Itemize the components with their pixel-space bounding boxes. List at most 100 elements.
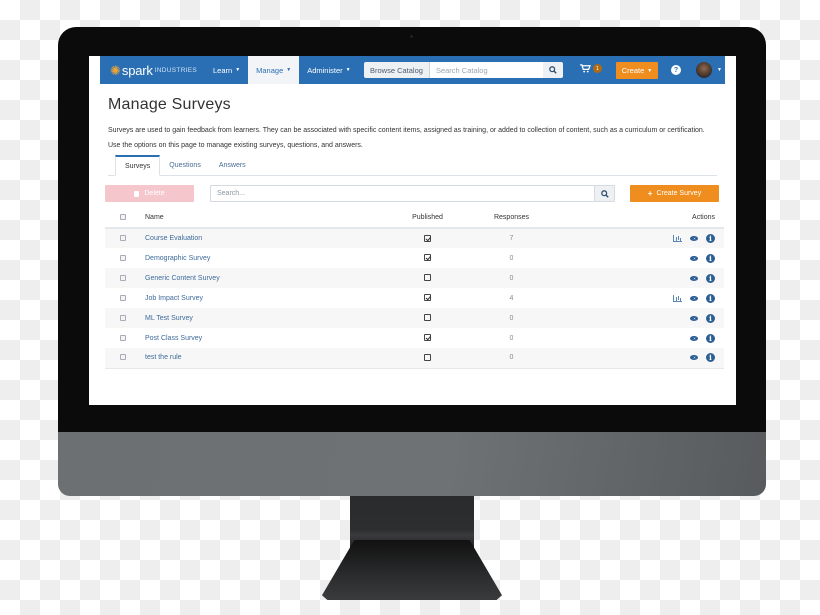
- header-published[interactable]: Published: [400, 208, 455, 229]
- survey-name-cell: Demographic Survey: [145, 248, 400, 268]
- published-cell: [400, 328, 455, 348]
- info-icon[interactable]: i: [706, 293, 715, 303]
- trash-icon: [134, 190, 140, 197]
- table-row: test the rule 0 i: [105, 348, 724, 369]
- row-checkbox[interactable]: [120, 294, 126, 301]
- delete-button[interactable]: Delete: [105, 185, 194, 202]
- tab-surveys[interactable]: Surveys: [115, 155, 161, 176]
- search-icon: [600, 189, 609, 198]
- user-avatar[interactable]: [696, 62, 712, 78]
- actions-cell: i: [568, 328, 724, 348]
- responses-cell: 0: [455, 248, 568, 268]
- survey-search-group: Search...: [210, 185, 615, 202]
- row-select-cell: [105, 248, 145, 268]
- tab-answers[interactable]: Answers: [210, 155, 255, 175]
- tab-questions[interactable]: Questions: [160, 155, 210, 175]
- caret-down-icon: ▼: [286, 67, 292, 73]
- published-checked-icon: [424, 334, 431, 342]
- survey-name-cell: Post Class Survey: [145, 328, 400, 348]
- logo-text: spark: [121, 62, 153, 78]
- actions-cell: i: [568, 248, 724, 268]
- survey-name-link[interactable]: test the rule: [145, 354, 182, 361]
- published-checked-icon: [424, 254, 431, 262]
- responses-count: 0: [509, 334, 514, 342]
- create-menu-button[interactable]: Create ▼: [616, 62, 658, 79]
- info-icon[interactable]: i: [706, 234, 715, 243]
- eye-icon[interactable]: [690, 315, 699, 321]
- survey-name-link[interactable]: Post Class Survey: [145, 335, 202, 342]
- eye-icon[interactable]: [690, 275, 699, 281]
- bar-chart-icon[interactable]: [673, 235, 683, 242]
- survey-search-button[interactable]: [594, 186, 614, 201]
- actions-cell: i: [568, 228, 724, 248]
- info-icon[interactable]: i: [706, 273, 715, 283]
- survey-search-input[interactable]: Search...: [211, 186, 594, 201]
- tab-bar: Surveys Questions Answers: [108, 155, 717, 176]
- row-select-cell: [105, 288, 145, 308]
- info-icon[interactable]: i: [706, 353, 715, 363]
- nav-item-label: Administer: [307, 65, 343, 75]
- eye-icon[interactable]: [690, 335, 699, 341]
- create-survey-label: Create Survey: [656, 190, 702, 197]
- row-checkbox[interactable]: [120, 354, 126, 361]
- table-row: Post Class Survey 0 i: [105, 328, 724, 348]
- survey-name-link[interactable]: Demographic Survey: [145, 255, 210, 262]
- survey-name-link[interactable]: Generic Content Survey: [145, 275, 220, 282]
- survey-name-link[interactable]: ML Test Survey: [145, 315, 193, 322]
- select-all-cell: [105, 208, 145, 229]
- header-name[interactable]: Name: [145, 208, 400, 229]
- surveys-table: Name Published Responses Actions Course …: [105, 208, 724, 369]
- published-cell: [400, 348, 455, 369]
- create-survey-button[interactable]: + Create Survey: [630, 185, 719, 202]
- responses-cell: 0: [455, 268, 568, 288]
- nav-item-label: Manage: [256, 65, 284, 75]
- eye-icon[interactable]: [690, 295, 699, 301]
- info-icon[interactable]: i: [706, 253, 715, 263]
- search-catalog-input[interactable]: Search Catalog: [429, 62, 543, 78]
- select-all-checkbox[interactable]: [120, 214, 126, 221]
- monitor-stand-foot: [322, 540, 502, 600]
- survey-name-link[interactable]: Job Impact Survey: [145, 295, 203, 302]
- logo-subtext: INDUSTRIES: [154, 66, 198, 74]
- question-circle-icon[interactable]: ?: [671, 65, 681, 75]
- header-actions: Actions: [568, 208, 724, 229]
- row-checkbox[interactable]: [120, 254, 126, 261]
- page-title: Manage Surveys: [108, 96, 231, 113]
- survey-name-link[interactable]: Course Evaluation: [145, 235, 202, 242]
- search-catalog-button[interactable]: [542, 62, 563, 78]
- browse-catalog-button[interactable]: Browse Catalog: [364, 62, 430, 78]
- row-checkbox[interactable]: [120, 274, 126, 281]
- table-row: ML Test Survey 0 i: [105, 308, 724, 328]
- bar-chart-icon[interactable]: [673, 294, 683, 302]
- search-icon: [549, 66, 557, 74]
- info-icon[interactable]: i: [706, 313, 715, 323]
- eye-icon[interactable]: [690, 236, 699, 241]
- app-window: ✺ spark INDUSTRIES Learn ▼ Manage ▼ Admini…: [100, 56, 725, 405]
- table-row: Demographic Survey 0 i: [105, 248, 724, 268]
- nav-item-learn[interactable]: Learn ▼: [205, 56, 248, 84]
- monitor-screen: ✺ spark INDUSTRIES Learn ▼ Manage ▼ Admini…: [89, 56, 736, 405]
- row-select-cell: [105, 328, 145, 348]
- row-select-cell: [105, 348, 145, 369]
- cart-button[interactable]: 1: [580, 64, 602, 73]
- brand-logo[interactable]: ✺ spark INDUSTRIES: [100, 63, 205, 78]
- caret-down-icon[interactable]: ▼: [717, 67, 722, 73]
- published-cell: [400, 308, 455, 328]
- responses-count: 4: [509, 294, 514, 302]
- row-checkbox[interactable]: [120, 235, 126, 242]
- row-checkbox[interactable]: [120, 314, 126, 321]
- responses-cell: 4: [455, 288, 568, 308]
- spark-burst-icon: ✺: [110, 62, 121, 78]
- row-checkbox[interactable]: [120, 334, 126, 341]
- nav-item-manage[interactable]: Manage ▼: [248, 56, 300, 84]
- published-cell: [400, 268, 455, 288]
- nav-item-administer[interactable]: Administer ▼: [299, 56, 358, 84]
- info-icon[interactable]: i: [706, 333, 715, 343]
- eye-icon[interactable]: [690, 355, 699, 361]
- responses-cell: 0: [455, 328, 568, 348]
- published-cell: [400, 288, 455, 308]
- header-responses[interactable]: Responses: [455, 208, 568, 229]
- eye-icon[interactable]: [690, 255, 699, 261]
- survey-name-cell: Generic Content Survey: [145, 268, 400, 288]
- table-row: Course Evaluation 7 i: [105, 228, 724, 248]
